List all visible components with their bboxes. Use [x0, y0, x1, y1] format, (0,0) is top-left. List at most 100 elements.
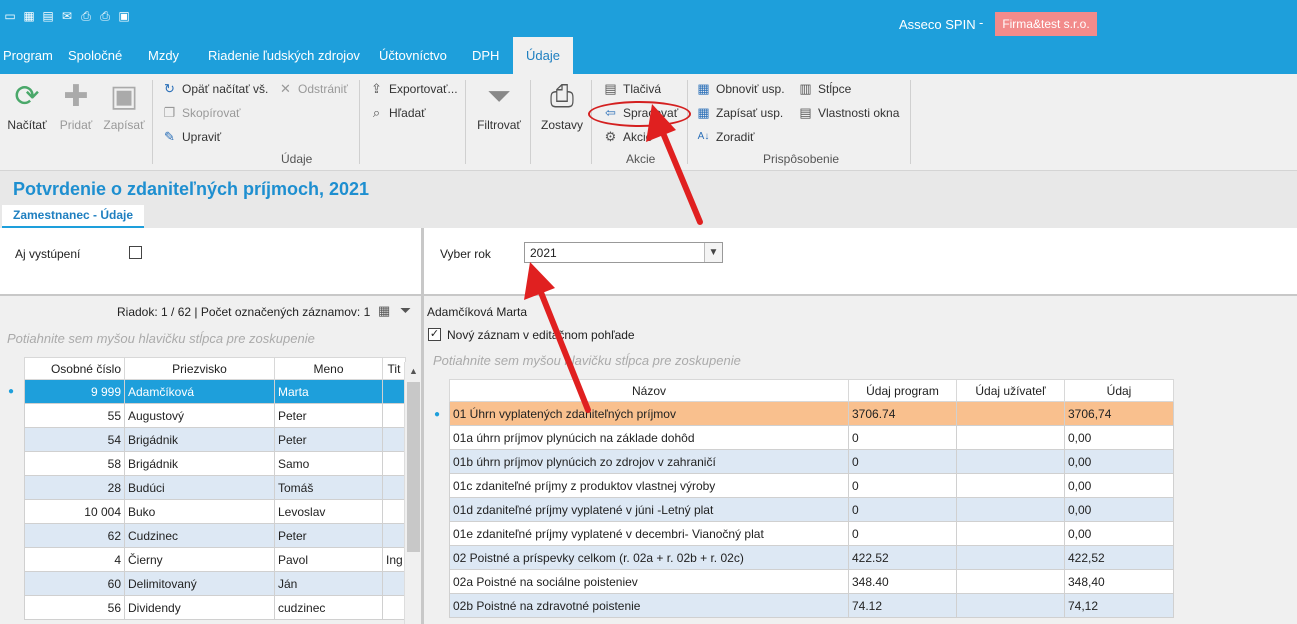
- print-preview-icon[interactable]: ⎙: [97, 9, 113, 23]
- udaj-uzivatel-cell[interactable]: [956, 521, 1065, 546]
- udaj-uzivatel-cell[interactable]: [956, 593, 1065, 618]
- tlaciva-button[interactable]: ▤ Tlačivá: [602, 81, 661, 97]
- table-row[interactable]: 01a úhrn príjmov plynúcich na základe do…: [449, 425, 1174, 450]
- stlpce-button[interactable]: ▥ Stĺpce: [797, 81, 851, 97]
- hladat-button[interactable]: ⌕ Hľadať: [368, 105, 426, 121]
- opat-nacitat-button[interactable]: ↻ Opäť načítať vš.: [161, 81, 268, 97]
- titul-cell: [382, 571, 406, 596]
- print-icon[interactable]: ⎙: [78, 9, 94, 23]
- zoradit-button[interactable]: A↓ Zoradiť: [695, 129, 755, 145]
- vyber-rok-select[interactable]: 2021 ▼: [524, 242, 723, 263]
- tab-program[interactable]: Program: [3, 37, 53, 74]
- table-row[interactable]: 01e zdaniteľné príjmy vyplatené v decemb…: [449, 521, 1174, 546]
- window-icon[interactable]: ▭: [2, 9, 18, 23]
- mail-icon[interactable]: ✉: [59, 9, 75, 23]
- scrollbar-thumb[interactable]: [407, 382, 420, 552]
- company-badge[interactable]: Firma&test s.r.o.: [995, 12, 1097, 36]
- export-icon: ⇪: [371, 81, 382, 96]
- excel-icon[interactable]: ▦: [21, 9, 37, 23]
- udaj-uzivatel-cell[interactable]: [956, 473, 1065, 498]
- scroll-up-icon[interactable]: ▲: [405, 362, 422, 380]
- vlastnosti-okna-button[interactable]: ▤ Vlastnosti okna: [797, 105, 899, 121]
- udaj-uzivatel-cell[interactable]: [956, 425, 1065, 450]
- meno-cell: Tomáš: [274, 475, 383, 500]
- akcie-button[interactable]: ⚙ Akcie: [602, 129, 653, 145]
- udaj-cell: 0,00: [1064, 449, 1174, 474]
- export-icon[interactable]: ▣: [116, 9, 132, 23]
- table-row[interactable]: 62 Cudzinec Peter: [24, 523, 406, 548]
- current-row-indicator: ●: [434, 409, 441, 420]
- udaj-uzivatel-cell[interactable]: [956, 569, 1065, 594]
- table-row[interactable]: 54 Brigádnik Peter: [24, 427, 406, 452]
- tab-udaje[interactable]: Údaje: [513, 37, 573, 74]
- pridat-button[interactable]: ✚ Pridať: [56, 80, 96, 132]
- table-row[interactable]: 60 Delimitovaný Ján: [24, 571, 406, 596]
- pridat-label: Pridať: [59, 118, 93, 132]
- action-icon: ⚙: [604, 129, 617, 144]
- zostavy-button[interactable]: ⎙ Zostavy: [539, 80, 585, 132]
- udaj-cell: 422,52: [1064, 545, 1174, 570]
- col-nazov[interactable]: Názov: [449, 379, 849, 402]
- filtrovat-button[interactable]: ⏷ Filtrovať: [474, 80, 524, 132]
- table-row[interactable]: 56 Dividendy cudzinec: [24, 595, 406, 620]
- priezvisko-cell: Budúci: [124, 475, 275, 500]
- table-row[interactable]: 01c zdaniteľné príjmy z produktov vlastn…: [449, 473, 1174, 498]
- table-row[interactable]: 28 Budúci Tomáš: [24, 475, 406, 500]
- table-row[interactable]: 10 004 Buko Levoslav: [24, 499, 406, 524]
- stlpce-label: Stĺpce: [818, 82, 852, 96]
- akcie-label: Akcie: [623, 130, 653, 144]
- vertical-scrollbar[interactable]: ▲: [404, 362, 421, 624]
- columns-icon: ▥: [799, 81, 812, 96]
- meno-cell: Marta: [274, 379, 383, 404]
- exportovat-button[interactable]: ⇪ Exportovať...: [368, 81, 457, 97]
- table-row[interactable]: 01b úhrn príjmov plynúcich zo zdrojov v …: [449, 449, 1174, 474]
- meno-cell: Samo: [274, 451, 383, 476]
- udaj-uzivatel-cell[interactable]: [956, 401, 1065, 426]
- table-row[interactable]: 01 Úhrn vyplatených zdaniteľných príjmov…: [449, 401, 1174, 426]
- col-osobne-cislo[interactable]: Osobné číslo: [24, 357, 125, 380]
- tab-dph[interactable]: DPH: [472, 37, 499, 74]
- titul-cell: [382, 451, 406, 476]
- aj-vystupeni-checkbox[interactable]: [129, 246, 142, 259]
- titul-cell: [382, 427, 406, 452]
- tab-mzdy[interactable]: Mzdy: [148, 37, 179, 74]
- col-titul[interactable]: Tit: [382, 357, 406, 380]
- zapisat-usp-button[interactable]: ▦ Zapísať usp.: [695, 105, 783, 121]
- table-row[interactable]: 58 Brigádnik Samo: [24, 451, 406, 476]
- chevron-down-icon[interactable]: ▼: [704, 243, 722, 262]
- tab-riadenie-ludskych-zdrojov[interactable]: Riadenie ľudských zdrojov: [208, 37, 360, 74]
- table-row[interactable]: 9 999 Adamčíková Marta: [24, 379, 406, 404]
- grid-settings-icon[interactable]: ▦: [378, 303, 390, 319]
- obnovit-usp-button[interactable]: ▦ Obnoviť usp.: [695, 81, 784, 97]
- table-row[interactable]: 4 Čierny Pavol Ing: [24, 547, 406, 572]
- table-row[interactable]: 02a Poistné na sociálne poisteniev 348.40…: [449, 569, 1174, 594]
- grid-header-row: Názov Údaj program Údaj užívateľ Údaj: [449, 379, 1174, 402]
- udaj-uzivatel-cell[interactable]: [956, 545, 1065, 570]
- filter-icon[interactable]: ⏷: [400, 302, 411, 319]
- zapisat-button[interactable]: ▣ Zapísať: [102, 80, 146, 132]
- skopirovat-button[interactable]: ❐ Skopírovať: [161, 105, 241, 121]
- table-row[interactable]: 55 Augustový Peter: [24, 403, 406, 428]
- col-udaj[interactable]: Údaj: [1064, 379, 1174, 402]
- table-row[interactable]: 02 Poistné a príspevky celkom (r. 02a + …: [449, 545, 1174, 570]
- udaj-uzivatel-cell[interactable]: [956, 449, 1065, 474]
- ribbon-divider: [591, 80, 592, 164]
- col-udaj-uzivatel[interactable]: Údaj užívateľ: [956, 379, 1065, 402]
- table-row[interactable]: 01d zdaniteľné príjmy vyplatené v júni -…: [449, 497, 1174, 522]
- table-row[interactable]: 02b Poistné na zdravotné poistenie 74.12 7…: [449, 593, 1174, 618]
- udaj-uzivatel-cell[interactable]: [956, 497, 1065, 522]
- tab-uctovnictvo[interactable]: Účtovníctvo: [379, 37, 447, 74]
- edit-icon: ✎: [164, 129, 175, 144]
- priezvisko-cell: Čierny: [124, 547, 275, 572]
- col-priezvisko[interactable]: Priezvisko: [124, 357, 275, 380]
- tab-zamestnanec-udaje[interactable]: Zamestnanec - Údaje: [2, 205, 145, 228]
- nacitat-button[interactable]: ⟳ Načítať: [6, 80, 48, 132]
- new-record-checkbox[interactable]: ✓: [428, 328, 441, 341]
- upravit-button[interactable]: ✎ Upraviť: [161, 129, 221, 145]
- pdf-icon[interactable]: ▤: [40, 9, 56, 23]
- odstranit-button[interactable]: ✕ Odstrániť: [277, 81, 348, 97]
- col-udaj-program[interactable]: Údaj program: [848, 379, 957, 402]
- grid-header-row: Osobné číslo Priezvisko Meno Tit: [24, 357, 406, 380]
- tab-spolocne[interactable]: Spoločné: [68, 37, 122, 74]
- col-meno[interactable]: Meno: [274, 357, 383, 380]
